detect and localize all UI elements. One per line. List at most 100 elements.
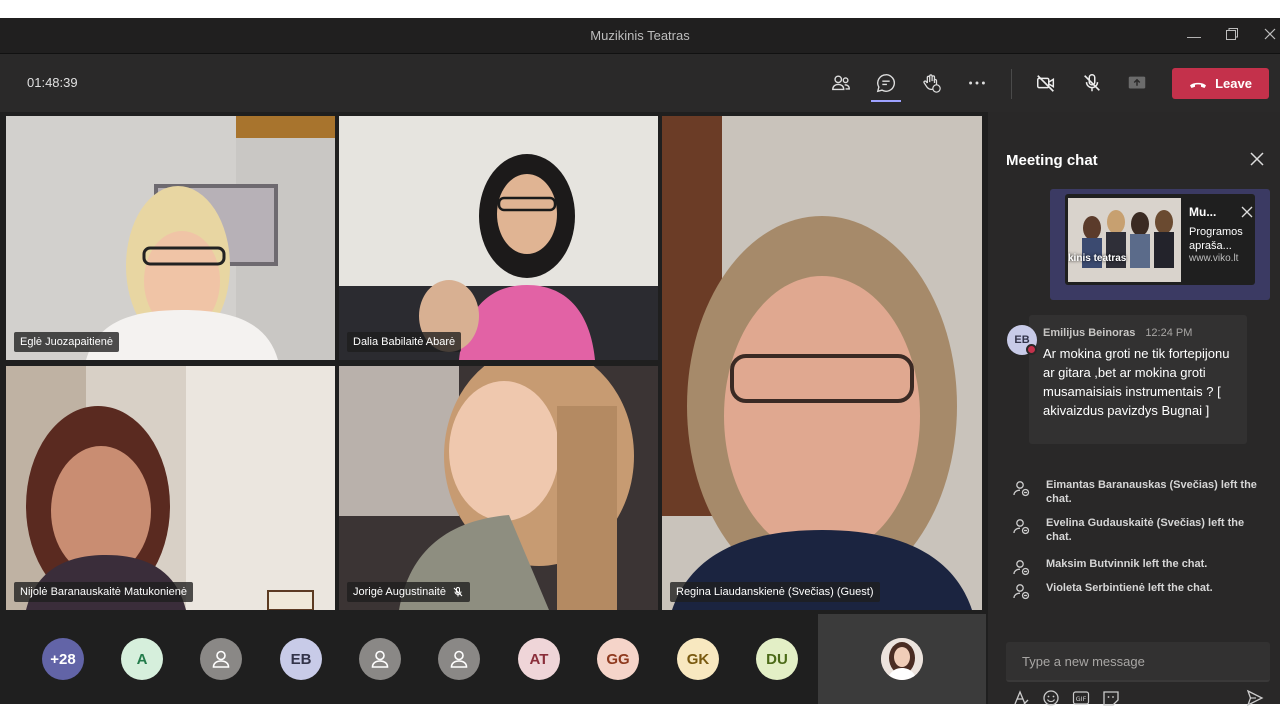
person-left-icon <box>1013 584 1030 600</box>
share-screen-button[interactable] <box>1122 68 1152 98</box>
participant-video <box>662 116 982 610</box>
restore-icon[interactable] <box>1222 26 1242 46</box>
more-participants-button[interactable]: +28 <box>42 638 84 680</box>
sticker-icon[interactable] <box>1102 689 1120 707</box>
participant-name-tag: Eglė Juozapaitienė <box>14 332 119 352</box>
event-text: Maksim Butvinnik left the chat. <box>1046 558 1208 570</box>
self-photo <box>881 638 923 680</box>
participant-name: Eglė Juozapaitienė <box>20 336 113 348</box>
link-preview-thumbnail: kinis teatras <box>1068 198 1181 282</box>
video-tile[interactable]: Regina Liaudanskienė (Svečias) (Guest) <box>662 116 982 610</box>
close-icon[interactable] <box>1241 206 1253 218</box>
event-text: Eimantas Baranauskas (Svečias) left the … <box>1046 479 1257 505</box>
close-icon[interactable] <box>1248 150 1266 168</box>
thumbnail-caption: kinis teatras <box>1068 253 1127 264</box>
hang-up-icon <box>1190 82 1207 88</box>
reactions-button[interactable] <box>916 68 946 98</box>
participant-name: Jorigė Augustinaitė <box>353 586 446 598</box>
window-title: Muzikinis Teatras <box>590 28 690 43</box>
gif-icon[interactable]: GIF <box>1072 689 1090 707</box>
participant-name-tag: Regina Liaudanskienė (Svečias) (Guest) <box>670 582 880 602</box>
more-actions-button[interactable] <box>962 68 992 98</box>
participant-name-tag: Dalia Babilaitė Abarė <box>347 332 462 352</box>
message-text: Ar mokina groti ne tik fortepijonu ar gi… <box>1043 346 1230 418</box>
person-icon <box>212 650 230 668</box>
participant-name-tag: Nijolė Baranauskaitė Matukonienė <box>14 582 193 602</box>
event-text: Evelina Gudauskaitė (Svečias) left the c… <box>1046 517 1245 543</box>
participant-name: Dalia Babilaitė Abarė <box>353 336 456 348</box>
person-icon <box>450 650 468 668</box>
avatar[interactable] <box>200 638 242 680</box>
teams-meeting-window: Muzikinis Teatras — 01:48:39 Leave Eglė … <box>0 18 1280 707</box>
emoji-icon[interactable] <box>1042 689 1060 707</box>
avatar[interactable]: EB <box>280 638 322 680</box>
meeting-toolbar: 01:48:39 Leave <box>0 54 1280 112</box>
event-text: Violeta Serbintienė left the chat. <box>1046 582 1213 594</box>
link-preview-title: Mu... <box>1189 205 1217 219</box>
mic-off-icon <box>453 587 463 597</box>
leave-label: Leave <box>1215 76 1252 91</box>
participant-name: Regina Liaudanskienė (Svečias) (Guest) <box>676 586 874 598</box>
meeting-chat-panel: Meeting chat kinis teatras Mu... Program… <box>988 112 1280 707</box>
link-preview-message: kinis teatras Mu... Programos aprašа... … <box>1050 189 1270 300</box>
compose-box[interactable]: Type a new message <box>1006 642 1270 682</box>
participant-video <box>339 116 658 360</box>
title-bar: Muzikinis Teatras — <box>0 18 1280 54</box>
raise-hand-icon <box>923 74 941 93</box>
video-tile[interactable]: Eglė Juozapaitienė <box>6 116 335 360</box>
camera-toggle-button[interactable] <box>1031 68 1061 98</box>
chat-event: Maksim Butvinnik left the chat. <box>1012 557 1272 576</box>
participants-button[interactable] <box>826 68 856 98</box>
message-input[interactable]: Type a new message <box>1022 654 1145 669</box>
person-left-icon <box>1013 560 1030 576</box>
avatar <box>881 638 923 680</box>
avatar[interactable]: GK <box>677 638 719 680</box>
toolbar-divider <box>1011 69 1012 99</box>
chat-title: Meeting chat <box>1006 152 1098 169</box>
thumbnail-photo <box>1068 198 1181 282</box>
leave-button[interactable]: Leave <box>1172 68 1269 99</box>
avatar[interactable] <box>438 638 480 680</box>
person-icon <box>371 650 389 668</box>
chat-active-indicator <box>871 100 901 102</box>
avatar[interactable] <box>359 638 401 680</box>
presence-busy-icon <box>1026 344 1037 355</box>
mic-toggle-button[interactable] <box>1077 68 1107 98</box>
chat-button[interactable] <box>871 68 901 98</box>
people-icon <box>832 75 850 91</box>
camera-off-icon <box>1037 75 1055 92</box>
avatar[interactable]: GG <box>597 638 639 680</box>
link-preview-url: www.viko.lt <box>1189 253 1239 264</box>
svg-text:GIF: GIF <box>1076 695 1087 703</box>
video-tile[interactable]: Dalia Babilaitė Abarė <box>339 116 658 360</box>
chat-icon <box>876 74 895 93</box>
avatar[interactable]: DU <box>756 638 798 680</box>
share-screen-icon <box>1128 76 1146 89</box>
mic-off-icon <box>1084 74 1100 92</box>
chat-event: Evelina Gudauskaitė (Svečias) left the c… <box>1012 516 1272 544</box>
participant-name: Nijolė Baranauskaitė Matukonienė <box>20 586 187 598</box>
chat-event: Violeta Serbintienė left the chat. <box>1012 581 1272 600</box>
video-tile[interactable]: Nijolė Baranauskaitė Matukonienė <box>6 366 335 610</box>
avatar[interactable]: A <box>121 638 163 680</box>
more-icon <box>969 81 985 85</box>
message-author: Emilijus Beinoras <box>1043 327 1136 339</box>
format-icon[interactable] <box>1012 689 1030 707</box>
chat-event: Eimantas Baranauskas (Svečias) left the … <box>1012 478 1272 506</box>
video-tile[interactable]: Jorigė Augustinaitė <box>339 366 658 610</box>
chat-message: Emilijus Beinoras 12:24 PM Ar mokina grot… <box>1029 315 1247 444</box>
minimize-icon[interactable]: — <box>1184 26 1204 46</box>
link-preview-description: Programos aprašа... <box>1189 226 1243 252</box>
participant-video <box>339 366 658 610</box>
avatar[interactable]: AT <box>518 638 560 680</box>
participant-name-tag: Jorigė Augustinaitė <box>347 582 470 602</box>
meeting-timer: 01:48:39 <box>27 75 78 90</box>
message-timestamp: 12:24 PM <box>1145 327 1193 339</box>
link-preview-card[interactable]: kinis teatras Mu... Programos aprašа... … <box>1065 194 1255 285</box>
send-icon[interactable] <box>1246 689 1264 707</box>
participant-strip: +28 A EB AT GG GK DU <box>0 614 986 704</box>
close-window-icon[interactable] <box>1260 26 1280 46</box>
self-view[interactable] <box>818 614 986 704</box>
person-left-icon <box>1013 519 1030 535</box>
participant-video <box>6 366 335 610</box>
